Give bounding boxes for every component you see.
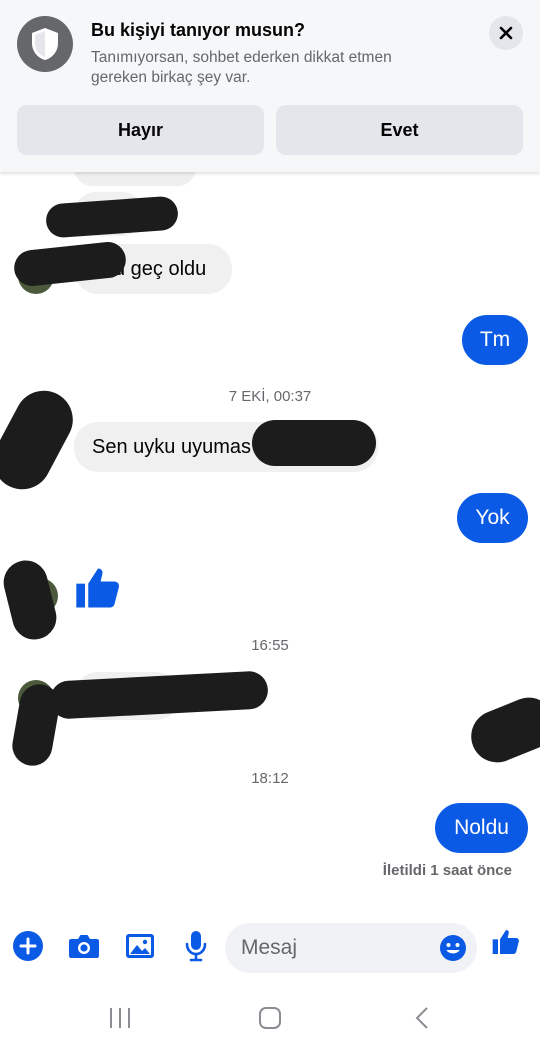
- thumbs-up-icon[interactable]: [72, 562, 124, 614]
- emoji-icon[interactable]: [439, 934, 467, 962]
- yes-button[interactable]: Evet: [276, 105, 523, 155]
- shield-icon: [17, 16, 73, 72]
- message-text: Yok: [475, 506, 510, 529]
- outgoing-message-bubble[interactable]: Tm: [462, 315, 528, 365]
- back-icon[interactable]: [402, 1002, 442, 1034]
- stranger-warning-banner: Bu kişiyi tanıyor musun? Tanımıyorsan, s…: [0, 0, 540, 172]
- home-icon[interactable]: [250, 1002, 290, 1034]
- message-timestamp: 7 EKİ, 00:37: [228, 388, 312, 405]
- message-input-container[interactable]: [225, 923, 477, 973]
- outgoing-message-bubble[interactable]: Noldu: [435, 803, 528, 853]
- system-navigation-bar: [0, 990, 540, 1050]
- redaction-mark: [463, 689, 540, 771]
- message-timestamp: 18:12: [251, 770, 289, 787]
- redaction-mark: [44, 195, 180, 239]
- message-text: Sen uyku uyumas: [92, 435, 251, 458]
- message-text: u geç oldu: [114, 257, 207, 280]
- redaction-mark: [252, 420, 376, 466]
- no-button[interactable]: Hayır: [17, 105, 264, 155]
- outgoing-message-bubble[interactable]: Yok: [457, 493, 528, 543]
- camera-icon[interactable]: [66, 928, 102, 964]
- redaction-mark: [0, 555, 62, 645]
- banner-subtitle: Tanımıyorsan, sohbet ederken dikkat etme…: [91, 49, 392, 86]
- delivery-status: İletildi 1 saat önce: [382, 862, 512, 879]
- close-icon: [499, 26, 513, 40]
- message-text: Noldu: [454, 816, 509, 839]
- plus-icon[interactable]: [10, 928, 46, 964]
- message-text: Tm: [479, 328, 511, 351]
- image-icon[interactable]: [122, 928, 158, 964]
- message-timestamp: 16:55: [251, 637, 289, 654]
- close-banner-button[interactable]: [489, 16, 523, 50]
- recent-apps-icon[interactable]: [100, 1002, 140, 1034]
- banner-title: Bu kişiyi tanıyor musun?: [91, 20, 306, 40]
- message-input[interactable]: [241, 923, 431, 973]
- microphone-icon[interactable]: [178, 928, 214, 964]
- thumbs-up-icon[interactable]: [488, 924, 524, 960]
